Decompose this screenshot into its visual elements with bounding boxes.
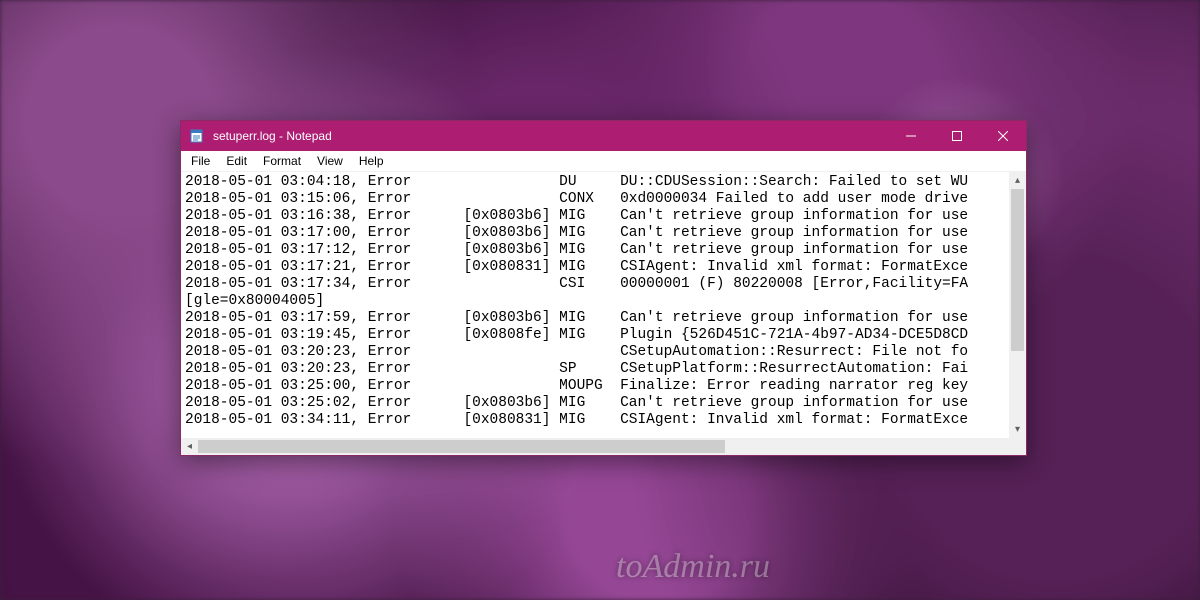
editor-area[interactable]: 2018-05-01 03:04:18, Error DU DU::CDUSes… bbox=[181, 172, 1026, 455]
menu-format[interactable]: Format bbox=[255, 152, 309, 170]
menu-edit[interactable]: Edit bbox=[218, 152, 255, 170]
horizontal-scrollbar[interactable]: ◂ ▸ bbox=[181, 438, 1026, 455]
vertical-scroll-thumb[interactable] bbox=[1011, 189, 1024, 351]
vertical-scrollbar[interactable]: ▴ ▾ bbox=[1009, 172, 1026, 438]
notepad-window: setuperr.log - Notepad File Edit Format … bbox=[180, 120, 1027, 456]
vertical-scroll-track[interactable] bbox=[1009, 189, 1026, 421]
titlebar[interactable]: setuperr.log - Notepad bbox=[181, 121, 1026, 151]
close-button[interactable] bbox=[980, 121, 1026, 151]
menu-view[interactable]: View bbox=[309, 152, 351, 170]
minimize-button[interactable] bbox=[888, 121, 934, 151]
scrollbar-corner bbox=[1009, 438, 1026, 455]
menubar: File Edit Format View Help bbox=[181, 151, 1026, 172]
scroll-left-arrow-icon[interactable]: ◂ bbox=[181, 438, 198, 455]
horizontal-scroll-track[interactable] bbox=[198, 438, 1009, 455]
scroll-up-arrow-icon[interactable]: ▴ bbox=[1009, 172, 1026, 189]
horizontal-scroll-thumb[interactable] bbox=[198, 440, 725, 453]
text-content[interactable]: 2018-05-01 03:04:18, Error DU DU::CDUSes… bbox=[185, 174, 1009, 438]
menu-help[interactable]: Help bbox=[351, 152, 392, 170]
scroll-down-arrow-icon[interactable]: ▾ bbox=[1009, 421, 1026, 438]
notepad-icon bbox=[189, 128, 205, 144]
window-title: setuperr.log - Notepad bbox=[211, 129, 888, 143]
menu-file[interactable]: File bbox=[183, 152, 218, 170]
window-buttons bbox=[888, 121, 1026, 151]
maximize-button[interactable] bbox=[934, 121, 980, 151]
